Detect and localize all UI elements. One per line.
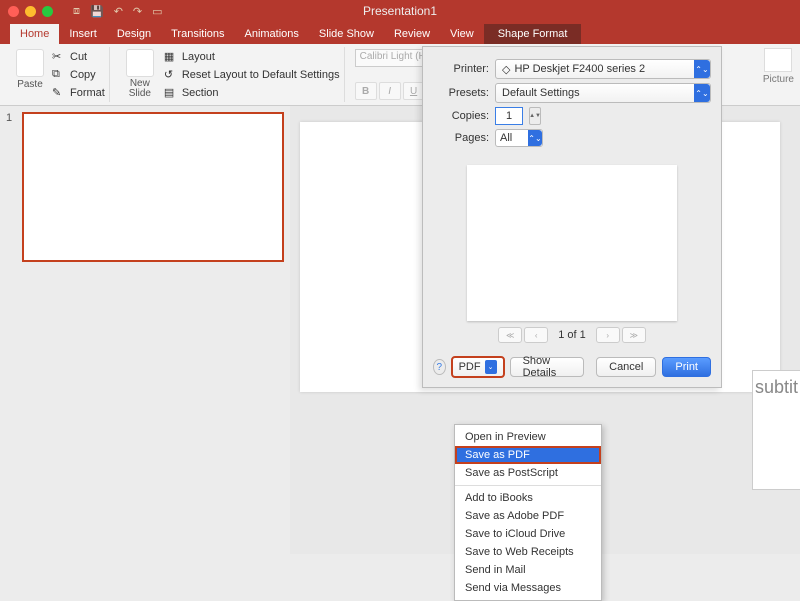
print-dialog: Printer: ◇ HP Deskjet F2400 series 2 ⌃⌄ …	[422, 46, 722, 388]
page-indicator: 1 of 1	[558, 329, 586, 341]
thumbnail-number: 1	[6, 112, 16, 262]
save-icon[interactable]: 💾	[90, 5, 104, 18]
layout-icon: ▦	[164, 50, 178, 64]
cut-button[interactable]: ✂Cut	[52, 49, 105, 65]
copy-button[interactable]: ⧉Copy	[52, 67, 105, 83]
italic-button[interactable]: I	[379, 82, 401, 100]
pages-label: Pages:	[433, 132, 489, 144]
copies-stepper[interactable]: ▲▼	[529, 107, 541, 125]
format-painter-button[interactable]: ✎Format	[52, 85, 105, 101]
show-details-button[interactable]: Show Details	[510, 357, 585, 377]
section-icon: ▤	[164, 86, 178, 100]
subtitle-placeholder-fragment[interactable]: subtit	[752, 370, 800, 490]
tab-view[interactable]: View	[440, 24, 484, 44]
tab-home[interactable]: Home	[10, 24, 59, 44]
printer-icon: ◇	[502, 63, 510, 76]
zoom-window-icon[interactable]	[42, 6, 53, 17]
brush-icon: ✎	[52, 86, 66, 100]
cancel-button[interactable]: Cancel	[596, 357, 656, 377]
pdf-menu: Open in Preview Save as PDF Save as Post…	[454, 424, 602, 601]
menu-separator	[455, 485, 601, 486]
layout-button[interactable]: ▦Layout	[164, 49, 340, 65]
tab-review[interactable]: Review	[384, 24, 440, 44]
pages-value: All	[500, 132, 512, 144]
pdf-label: PDF	[459, 361, 481, 373]
copies-input[interactable]	[495, 107, 523, 125]
picture-button[interactable]: Picture	[763, 48, 794, 85]
slides-group: New Slide ▦Layout ↺Reset Layout to Defau…	[116, 47, 345, 102]
menu-save-as-postscript[interactable]: Save as PostScript	[455, 464, 601, 482]
print-button[interactable]: Print	[662, 357, 711, 377]
quick-access-toolbar: ⧈ 💾 ↶ ↷ ▭	[73, 5, 163, 18]
reset-layout-button[interactable]: ↺Reset Layout to Default Settings	[164, 67, 340, 83]
next-page-button[interactable]: ›	[596, 327, 620, 343]
menu-save-as-adobe-pdf[interactable]: Save as Adobe PDF	[455, 507, 601, 525]
reset-icon: ↺	[164, 68, 178, 82]
picture-icon	[764, 48, 792, 72]
scissors-icon: ✂	[52, 50, 66, 64]
presets-select[interactable]: Default Settings ⌃⌄	[495, 83, 711, 103]
menu-open-in-preview[interactable]: Open in Preview	[455, 428, 601, 446]
title-bar: ⧈ 💾 ↶ ↷ ▭ Presentation1	[0, 0, 800, 22]
pages-select[interactable]: All ⌃⌄	[495, 129, 543, 147]
chevron-updown-icon: ⌃⌄	[694, 60, 710, 78]
copies-label: Copies:	[433, 110, 489, 122]
print-preview	[467, 165, 677, 321]
menu-send-in-mail[interactable]: Send in Mail	[455, 561, 601, 579]
bold-button[interactable]: B	[355, 82, 377, 100]
ribbon-tabs: Home Insert Design Transitions Animation…	[0, 22, 800, 44]
last-page-button[interactable]: ≫	[622, 327, 646, 343]
pdf-dropdown-button[interactable]: PDF ⌄	[452, 357, 504, 377]
undo-icon[interactable]: ↶	[114, 5, 123, 18]
presets-value: Default Settings	[502, 87, 580, 99]
menu-save-to-web-receipts[interactable]: Save to Web Receipts	[455, 543, 601, 561]
menu-save-as-pdf[interactable]: Save as PDF	[455, 446, 601, 464]
tab-design[interactable]: Design	[107, 24, 161, 44]
printer-label: Printer:	[433, 63, 489, 75]
first-page-button[interactable]: ≪	[498, 327, 522, 343]
section-button[interactable]: ▤Section	[164, 85, 340, 101]
new-slide-button[interactable]: New Slide	[120, 49, 160, 100]
printer-select[interactable]: ◇ HP Deskjet F2400 series 2 ⌃⌄	[495, 59, 711, 79]
chevron-down-icon: ⌄	[485, 360, 497, 374]
paste-icon	[16, 49, 44, 77]
close-window-icon[interactable]	[8, 6, 19, 17]
tab-shape-format[interactable]: Shape Format	[484, 24, 582, 44]
slide-thumbnail[interactable]	[22, 112, 284, 262]
dialog-buttons: ? PDF ⌄ Show Details Cancel Print	[433, 357, 711, 377]
page-navigator: ≪ ‹ 1 of 1 › ≫	[433, 327, 711, 343]
chevron-updown-icon: ⌃⌄	[528, 130, 542, 146]
autosave-icon[interactable]: ⧈	[73, 5, 80, 18]
presets-label: Presets:	[433, 87, 489, 99]
tab-transitions[interactable]: Transitions	[161, 24, 234, 44]
menu-save-to-icloud[interactable]: Save to iCloud Drive	[455, 525, 601, 543]
doc-icon[interactable]: ▭	[152, 5, 162, 18]
help-button[interactable]: ?	[433, 359, 446, 375]
window-title: Presentation1	[363, 4, 437, 18]
printer-value: HP Deskjet F2400 series 2	[514, 63, 645, 75]
tab-animations[interactable]: Animations	[235, 24, 309, 44]
minimize-window-icon[interactable]	[25, 6, 36, 17]
copy-icon: ⧉	[52, 68, 66, 82]
thumbnail-row: 1	[6, 112, 284, 262]
tab-slideshow[interactable]: Slide Show	[309, 24, 384, 44]
menu-add-to-ibooks[interactable]: Add to iBooks	[455, 489, 601, 507]
clipboard-group: Paste ✂Cut ⧉Copy ✎Format	[6, 47, 110, 102]
new-slide-icon	[126, 49, 154, 77]
tab-insert[interactable]: Insert	[59, 24, 107, 44]
prev-page-button[interactable]: ‹	[524, 327, 548, 343]
redo-icon[interactable]: ↷	[133, 5, 142, 18]
chevron-updown-icon: ⌃⌄	[694, 84, 710, 102]
slide-thumbnails-pane[interactable]: 1	[0, 106, 290, 554]
menu-send-via-messages[interactable]: Send via Messages	[455, 579, 601, 597]
paste-button[interactable]: Paste	[10, 49, 50, 100]
window-controls	[8, 6, 53, 17]
